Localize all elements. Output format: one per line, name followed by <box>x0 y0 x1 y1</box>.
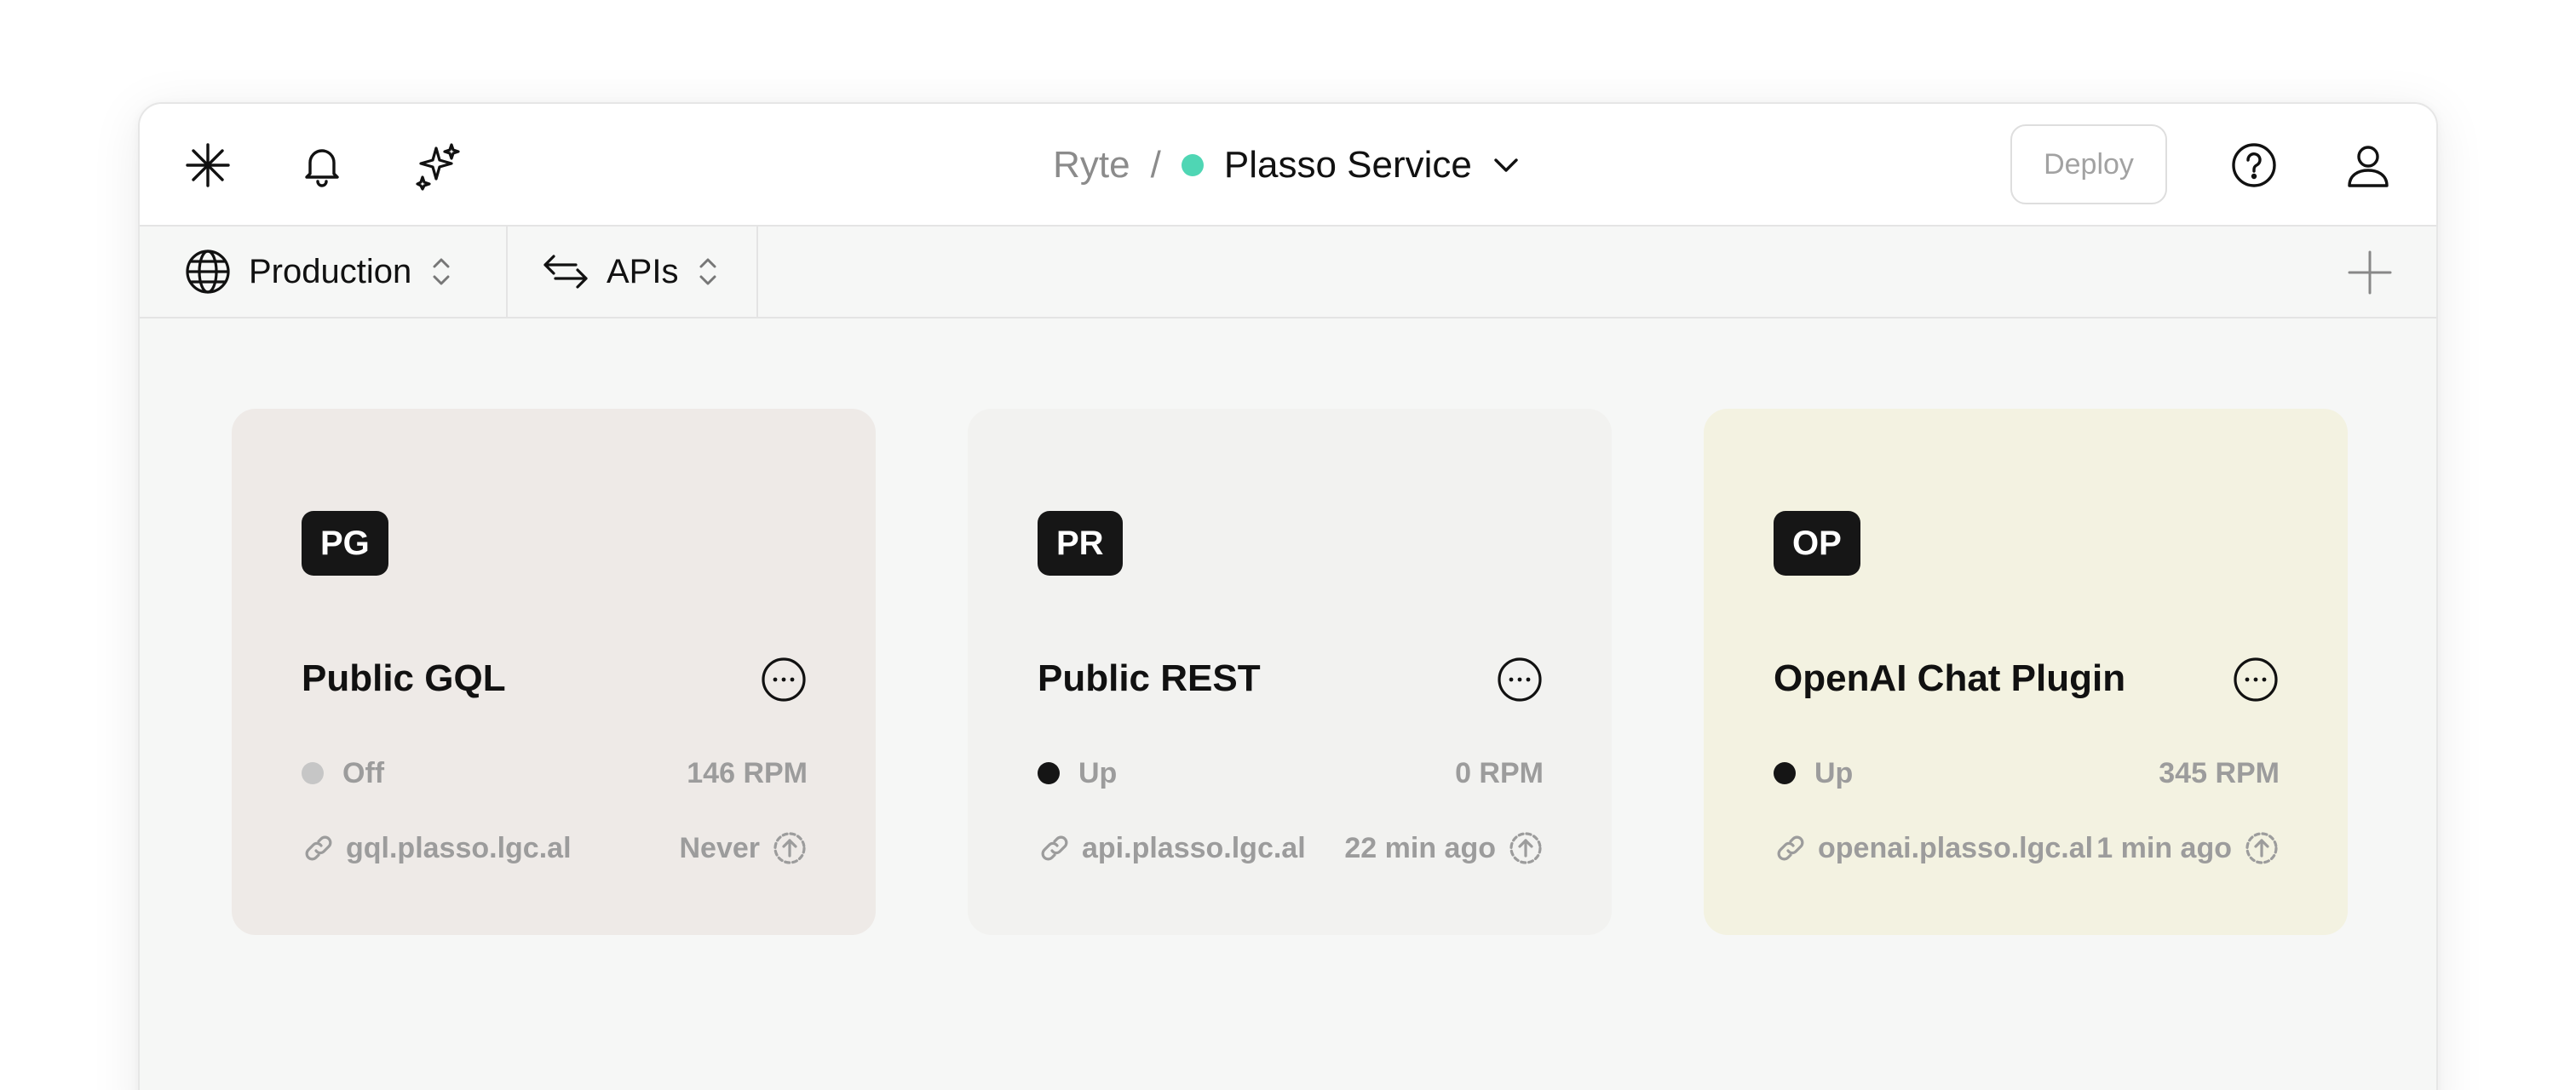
top-bar: Ryte / Plasso Service Deploy <box>140 104 2436 227</box>
status-dot <box>1038 762 1060 784</box>
rpm-value: 345 RPM <box>2159 756 2280 789</box>
link-icon <box>1041 835 1068 861</box>
status-row: Up 0 RPM <box>1038 754 1544 792</box>
link-icon <box>1777 835 1804 861</box>
last-deploy-time: 22 min ago <box>1344 831 1496 864</box>
deploy-status-icon[interactable] <box>1508 830 1544 866</box>
category-selector[interactable]: APIs <box>508 227 758 317</box>
link-icon <box>305 835 332 861</box>
category-label: APIs <box>607 252 679 290</box>
status-row: Up 345 RPM <box>1774 754 2280 792</box>
deploy-status-icon[interactable] <box>2244 830 2280 866</box>
status-dot <box>1774 762 1796 784</box>
link-row: gql.plasso.lgc.al Never <box>302 829 808 867</box>
last-deploy-time: 1 min ago <box>2096 831 2232 864</box>
api-badge: OP <box>1774 511 1860 576</box>
more-options-icon[interactable] <box>2232 656 2280 703</box>
user-icon[interactable] <box>2343 140 2394 191</box>
status-dot <box>302 762 324 784</box>
rpm-value: 0 RPM <box>1455 756 1544 789</box>
api-title: Public GQL <box>302 657 506 699</box>
deploy-status-icon[interactable] <box>772 830 808 866</box>
app-window: Ryte / Plasso Service Deploy Production … <box>138 102 2438 1090</box>
link-row: openai.plasso.lgc.al 1 min ago <box>1774 829 2280 867</box>
last-deploy-time: Never <box>679 831 760 864</box>
more-options-icon[interactable] <box>1496 656 1544 703</box>
rpm-value: 146 RPM <box>687 756 808 789</box>
bell-icon[interactable] <box>296 140 348 191</box>
context-bar: Production APIs <box>140 227 2436 318</box>
status-label: Off <box>342 756 385 789</box>
add-icon[interactable] <box>2346 249 2394 296</box>
service-name[interactable]: Plasso Service <box>1224 144 1472 186</box>
environment-selector[interactable]: Production <box>140 227 508 317</box>
api-card[interactable]: PR Public REST Up 0 RPM api.plasso.lgc.a… <box>968 409 1612 935</box>
status-label: Up <box>1814 756 1854 789</box>
api-title: Public REST <box>1038 657 1261 699</box>
chevron-updown-icon <box>699 258 716 285</box>
status-row: Off 146 RPM <box>302 754 808 792</box>
globe-icon <box>186 250 230 294</box>
link-row: api.plasso.lgc.al 22 min ago <box>1038 829 1544 867</box>
help-icon[interactable] <box>2228 140 2280 191</box>
service-status-dot <box>1181 154 1204 176</box>
chevron-down-icon[interactable] <box>1489 148 1523 182</box>
api-card[interactable]: OP OpenAI Chat Plugin Up 345 RPM openai.… <box>1704 409 2348 935</box>
deploy-button[interactable]: Deploy <box>2010 124 2167 204</box>
api-url[interactable]: openai.plasso.lgc.al <box>1818 832 2093 865</box>
more-options-icon[interactable] <box>760 656 808 703</box>
api-badge: PG <box>302 511 388 576</box>
breadcrumb-root[interactable]: Ryte <box>1053 144 1130 186</box>
magic-stars-icon[interactable] <box>412 140 463 191</box>
sparkle-icon[interactable] <box>182 140 233 191</box>
arrows-exchange-icon <box>543 255 588 289</box>
api-badge: PR <box>1038 511 1123 576</box>
api-title: OpenAI Chat Plugin <box>1774 657 2126 699</box>
status-label: Up <box>1078 756 1118 789</box>
chevron-updown-icon <box>433 258 450 285</box>
api-card[interactable]: PG Public GQL Off 146 RPM gql.plasso.lgc… <box>232 409 876 935</box>
api-url[interactable]: gql.plasso.lgc.al <box>346 832 572 865</box>
environment-label: Production <box>249 252 412 290</box>
breadcrumb-separator: / <box>1150 144 1161 186</box>
api-url[interactable]: api.plasso.lgc.al <box>1082 832 1306 865</box>
